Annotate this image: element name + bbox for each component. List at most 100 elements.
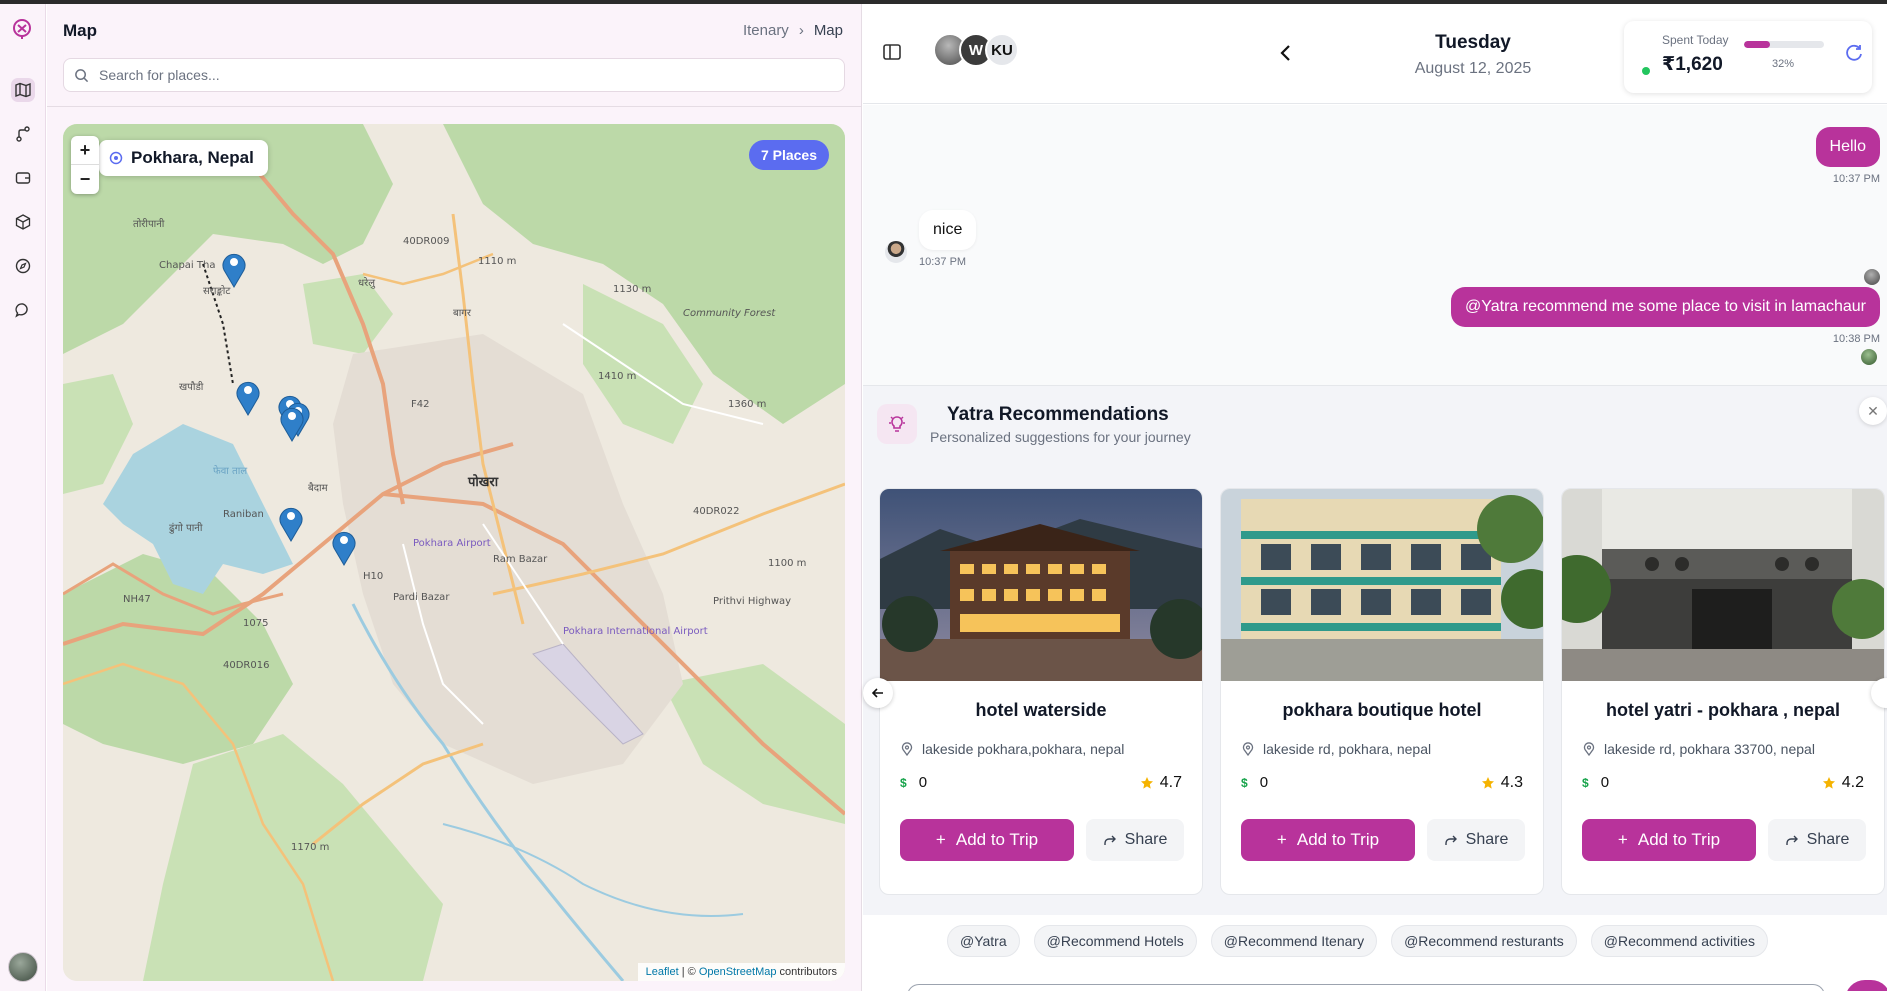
zoom-out-button[interactable]: − [71, 165, 99, 194]
arrow-left-icon [872, 688, 883, 698]
dollar-icon: $ [900, 775, 907, 790]
map-label: Prithvi Highway [713, 596, 791, 607]
breadcrumb-itenary[interactable]: Itenary [743, 22, 789, 39]
place-pin[interactable] [278, 504, 304, 542]
add-to-trip-button[interactable]: + Add to Trip [900, 819, 1074, 861]
share-button[interactable]: Share [1768, 819, 1866, 861]
card-rating: 4.7 [1140, 774, 1182, 792]
map-label: 1410 m [598, 371, 636, 382]
star-icon [1481, 777, 1494, 789]
spent-amount: ₹1,620 [1662, 54, 1723, 75]
map-label: खपौडी [179, 381, 204, 393]
close-icon[interactable]: ✕ [1859, 397, 1887, 425]
trip-members[interactable]: W KU [933, 33, 1019, 67]
search-icon [75, 68, 89, 82]
add-to-trip-button[interactable]: + Add to Trip [1241, 819, 1415, 861]
chip-recommend-hotels[interactable]: @Recommend Hotels [1033, 925, 1197, 957]
card-price-value: 0 [918, 774, 928, 791]
chip-recommend-resturants[interactable]: @Recommend resturants [1391, 925, 1577, 957]
card-price-value: 0 [1600, 774, 1610, 791]
map-label: H10 [363, 571, 383, 582]
chevron-right-icon: › [798, 22, 804, 39]
leaflet-link[interactable]: Leaflet [646, 966, 679, 978]
sidebar-toggle-icon[interactable] [881, 41, 903, 63]
share-icon [1103, 835, 1116, 845]
carousel-prev-button[interactable] [863, 678, 893, 708]
card-address: lakeside pokhara,pokhara, nepal [900, 741, 1124, 757]
spent-label: Spent Today [1662, 33, 1729, 47]
package-icon[interactable] [11, 210, 35, 234]
day-name: Tuesday [1435, 32, 1511, 53]
sender-avatar [1864, 269, 1880, 285]
logo-icon[interactable] [11, 18, 33, 40]
plus-icon: + [935, 830, 946, 849]
plus-icon: + [1276, 830, 1287, 849]
map-label: फेवा ताल [213, 465, 247, 477]
map-pin-icon [901, 742, 913, 756]
recommendations-panel: Yatra Recommendations Personalized sugge… [863, 385, 1887, 915]
recommendations-title: Yatra Recommendations [947, 404, 1169, 425]
card-price-value: 0 [1259, 774, 1269, 791]
lightbulb-icon [877, 404, 917, 444]
zoom-in-button[interactable]: + [71, 136, 99, 165]
map-tiles: तोरीपानी Chapai Tha सराङ्कोट खपौडी फेवा … [63, 124, 845, 981]
search-input[interactable] [99, 67, 799, 83]
map-label: तोरीपानी [133, 218, 165, 230]
target-icon [109, 151, 123, 165]
wallet-icon[interactable] [11, 166, 35, 190]
message-time: 10:37 PM [1832, 173, 1880, 185]
message-bubble-outgoing: @Yatra recommend me some place to visit … [1451, 287, 1880, 327]
share-icon [1444, 835, 1457, 845]
message-input[interactable] [907, 984, 1825, 991]
status-dot [1642, 67, 1650, 75]
recommendation-card: hotel waterside lakeside pokhara,pokhara… [879, 488, 1203, 895]
chip-recommend-itenary[interactable]: @Recommend Itenary [1210, 925, 1378, 957]
refresh-icon[interactable] [1844, 43, 1864, 63]
search-bar [63, 58, 845, 92]
place-pin[interactable] [279, 404, 305, 442]
quick-prompt-chips: @Yatra @Recommend Hotels @Recommend Iten… [863, 916, 1887, 966]
share-button[interactable]: Share [1086, 819, 1184, 861]
chat-icon[interactable] [11, 298, 35, 322]
card-title: hotel yatri - pokhara , nepal [1605, 700, 1841, 720]
page-title: Map [63, 21, 97, 40]
map-icon[interactable] [11, 78, 35, 102]
dollar-icon: $ [1241, 775, 1248, 790]
chip-yatra[interactable]: @Yatra [947, 925, 1020, 957]
map-pin-icon [1242, 742, 1254, 756]
osm-link[interactable]: OpenStreetMap [699, 966, 777, 978]
share-button[interactable]: Share [1427, 819, 1525, 861]
map-label: Raniban [223, 509, 264, 520]
map-label: Pokhara Airport [413, 538, 491, 549]
place-pin[interactable] [331, 528, 357, 566]
sender-avatar [885, 241, 907, 263]
share-label: Share [1806, 831, 1850, 848]
map-label: F42 [411, 399, 429, 410]
card-price: $0 [900, 774, 927, 791]
route-icon[interactable] [11, 122, 35, 146]
user-avatar[interactable] [8, 952, 38, 982]
add-to-trip-button[interactable]: + Add to Trip [1582, 819, 1756, 861]
add-to-trip-label: Add to Trip [1637, 830, 1721, 849]
map-view[interactable]: तोरीपानी Chapai Tha सराङ्कोट खपौडी फेवा … [63, 124, 845, 981]
recommendation-card: pokhara boutique hotel lakeside rd, pokh… [1220, 488, 1544, 895]
map-label: ढुंगो पानी [169, 522, 203, 534]
send-button[interactable] [1845, 980, 1887, 991]
map-label: Chapai Tha [159, 260, 215, 271]
card-address-text: lakeside rd, pokhara 33700, nepal [1604, 741, 1815, 757]
chip-recommend-activities[interactable]: @Recommend activities [1590, 925, 1768, 957]
map-pin-icon [1583, 742, 1595, 756]
map-label: NH47 [123, 594, 151, 605]
compass-icon[interactable] [11, 254, 35, 278]
card-price: $0 [1241, 774, 1268, 791]
hotel-image [880, 489, 1202, 681]
member-avatar: KU [985, 33, 1019, 67]
dollar-icon: $ [1582, 775, 1589, 790]
place-pin[interactable] [221, 250, 247, 288]
zoom-control: + − [71, 136, 99, 194]
place-pin[interactable] [235, 378, 261, 416]
date-navigator: Tuesday August 12, 2025 [1273, 30, 1673, 80]
add-to-trip-label: Add to Trip [1296, 830, 1380, 849]
places-count-badge[interactable]: 7 Places [748, 140, 829, 170]
chat-panel: W KU Tuesday August 12, 2025 Spent Today… [863, 4, 1887, 991]
